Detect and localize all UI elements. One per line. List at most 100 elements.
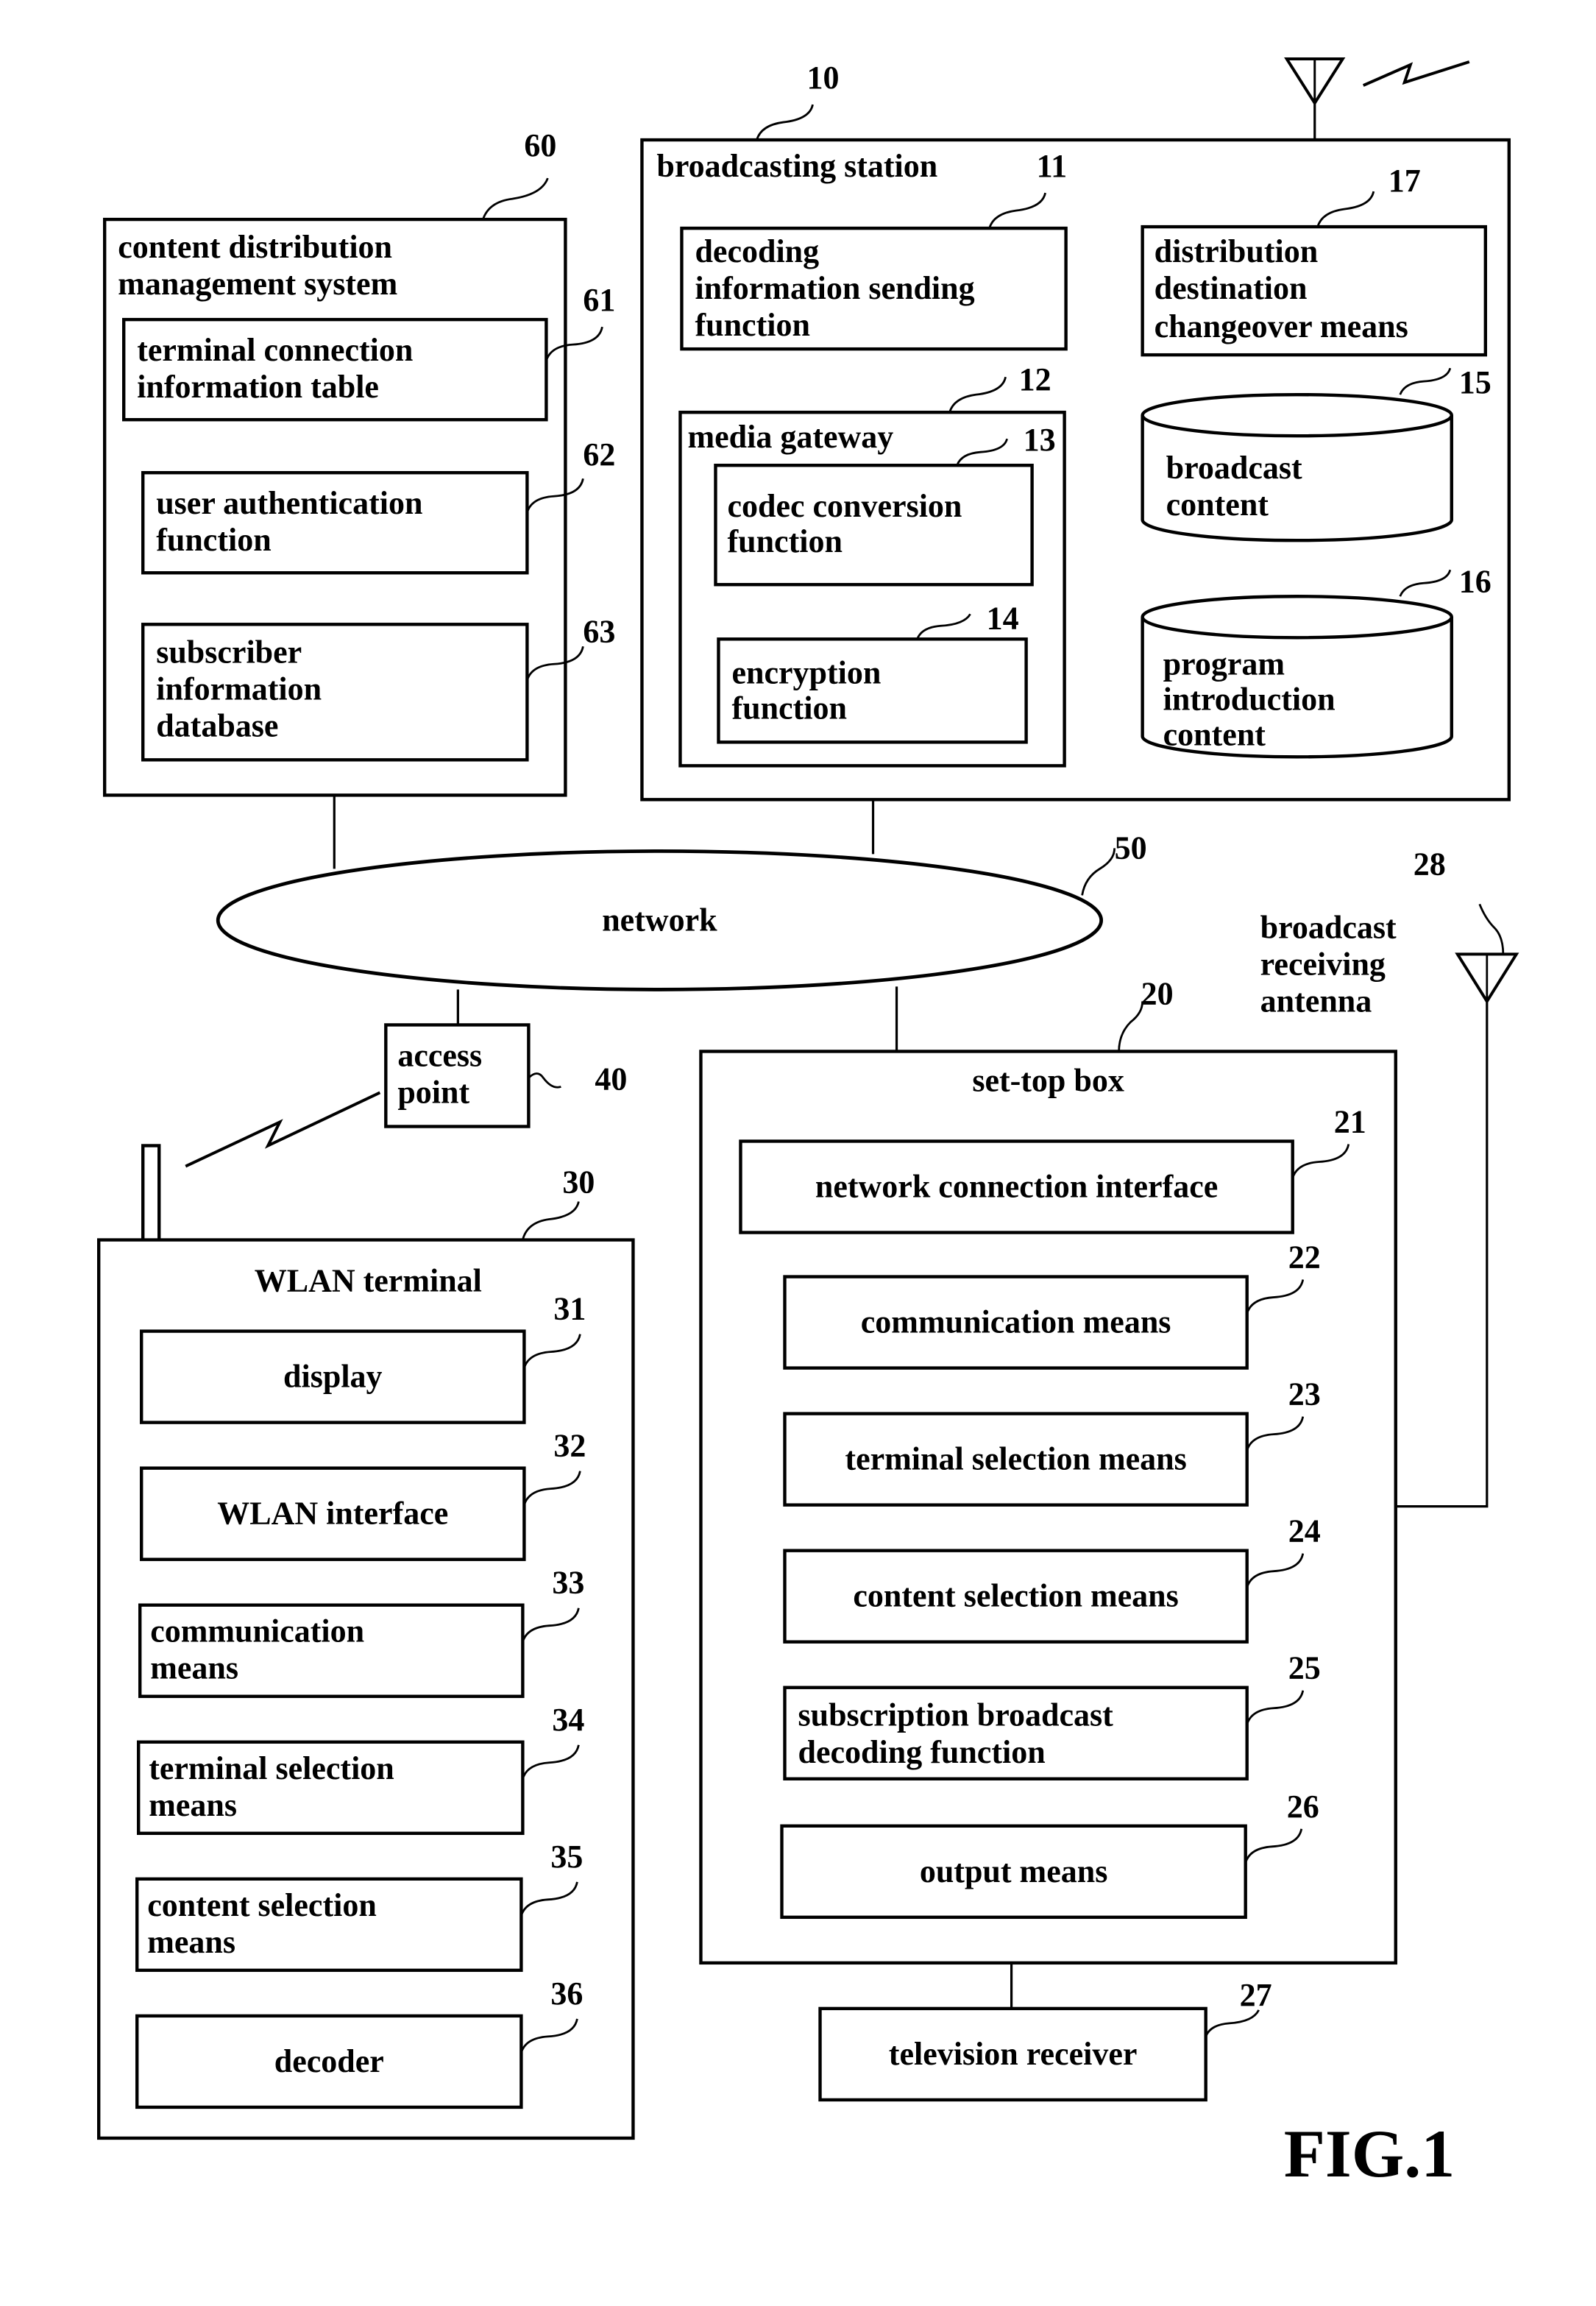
- ref-60: 60: [524, 127, 556, 163]
- item-label: decoding: [695, 233, 819, 269]
- item-label: communication: [150, 1613, 364, 1649]
- network-label: network: [602, 902, 717, 938]
- ref-leader: [528, 1072, 561, 1089]
- stb-title: set-top box: [972, 1062, 1124, 1098]
- ref-33: 33: [552, 1565, 584, 1601]
- ref-35: 35: [550, 1839, 583, 1875]
- ref-22: 22: [1288, 1239, 1321, 1276]
- ref-26: 26: [1287, 1789, 1319, 1825]
- item-label: function: [156, 522, 271, 558]
- item-label: content selection: [147, 1887, 377, 1923]
- item-label: codec conversion: [727, 488, 962, 524]
- item-label: introduction: [1163, 681, 1336, 717]
- ref-30: 30: [562, 1164, 595, 1200]
- television-receiver: television receiver 27: [818, 1977, 1272, 2102]
- broadcasting-station: broadcasting station 10 decoding informa…: [640, 57, 1511, 802]
- item-label: subscriber: [156, 634, 302, 670]
- figure-label: FIG.1: [1284, 2116, 1455, 2191]
- item-label: means: [150, 1650, 238, 1686]
- item-label: content selection means: [853, 1578, 1178, 1614]
- ref-15: 15: [1459, 364, 1492, 400]
- ref-leader: [522, 1201, 580, 1240]
- item-label: network connection interface: [815, 1169, 1218, 1205]
- ref-14: 14: [987, 600, 1019, 636]
- ref-36: 36: [550, 1976, 583, 2012]
- item-label: communication means: [861, 1304, 1171, 1340]
- item-label: broadcast: [1260, 909, 1397, 945]
- ref-50: 50: [1115, 830, 1147, 866]
- link-antenna-stb: [1395, 1001, 1489, 1508]
- ref-62: 62: [583, 436, 615, 473]
- ref-leader: [1478, 903, 1505, 955]
- item-label: point: [397, 1074, 469, 1110]
- cdms-title-line1: content distribution: [118, 229, 392, 265]
- item-label: function: [695, 307, 809, 343]
- ref-20: 20: [1141, 975, 1174, 1011]
- tv-label: television receiver: [889, 2036, 1138, 2072]
- item-label: decoder: [274, 2043, 384, 2079]
- item-label: terminal connection: [137, 332, 413, 368]
- wireless-link-icon: [185, 1091, 381, 1168]
- content-distribution-management-system: content distribution management system 6…: [102, 127, 615, 797]
- item-label: output means: [920, 1853, 1108, 1889]
- cdms-title-line2: management system: [118, 266, 397, 302]
- radio-wave-icon: [1362, 60, 1470, 87]
- item-label: content: [1163, 716, 1266, 752]
- ref-25: 25: [1288, 1650, 1321, 1686]
- item-label: means: [147, 1924, 235, 1960]
- item-label: user authentication: [156, 485, 422, 521]
- item-label: function: [731, 690, 846, 726]
- ref-31: 31: [553, 1291, 586, 1327]
- item-label: antenna: [1260, 983, 1372, 1019]
- ref-10: 10: [807, 60, 840, 96]
- station-title: broadcasting station: [656, 148, 937, 184]
- access-point: access point 40: [185, 1023, 627, 1168]
- ref-63: 63: [583, 613, 615, 649]
- ref-24: 24: [1288, 1513, 1321, 1549]
- ref-11: 11: [1037, 148, 1068, 184]
- ref-leader: [482, 177, 549, 220]
- ref-leader: [1205, 2009, 1260, 2037]
- item-label: display: [283, 1359, 383, 1395]
- ref-13: 13: [1024, 422, 1056, 458]
- ref-23: 23: [1288, 1376, 1321, 1412]
- item-label: database: [156, 707, 278, 743]
- media-gateway-title: media gateway: [687, 419, 893, 455]
- item-label: information sending: [695, 270, 974, 306]
- item-label: receiving: [1260, 946, 1386, 982]
- item-label: terminal selection: [149, 1750, 394, 1786]
- ref-leader: [1081, 848, 1116, 896]
- ref-12: 12: [1019, 361, 1051, 397]
- ref-28: 28: [1414, 846, 1446, 882]
- item-label: function: [727, 523, 842, 559]
- terminal-antenna-icon: [141, 1144, 161, 1243]
- network: network 50: [216, 830, 1147, 991]
- item-label: program: [1163, 646, 1285, 682]
- ref-21: 21: [1334, 1103, 1366, 1139]
- item-label: subscription broadcast: [798, 1697, 1114, 1733]
- ref-16: 16: [1459, 563, 1492, 599]
- item-label: terminal selection means: [845, 1441, 1186, 1477]
- item-label: encryption: [731, 654, 881, 690]
- ref-32: 32: [553, 1428, 586, 1464]
- transmit-antenna-icon: [1284, 57, 1470, 106]
- item-label: information table: [137, 369, 379, 405]
- ref-40: 40: [595, 1061, 627, 1097]
- ref-34: 34: [552, 1702, 584, 1738]
- ref-61: 61: [583, 282, 615, 318]
- item-label: means: [149, 1787, 237, 1823]
- item-label: distribution: [1155, 233, 1319, 269]
- item-label: decoding function: [798, 1734, 1046, 1770]
- ref-leader: [1118, 1001, 1144, 1052]
- item-label: destination: [1155, 270, 1308, 306]
- ref-leader: [756, 104, 814, 141]
- broadcast-receiving-antenna: broadcast receiving antenna 28: [1260, 846, 1519, 1019]
- item-label: WLAN interface: [217, 1496, 448, 1532]
- wlan-title: WLAN terminal: [255, 1263, 482, 1299]
- ref-17: 17: [1388, 163, 1421, 199]
- ref-27: 27: [1240, 1977, 1272, 2013]
- item-label: information: [156, 671, 322, 707]
- system-diagram: content distribution management system 6…: [96, 57, 1519, 2191]
- item-label: changeover means: [1155, 308, 1408, 344]
- item-label: content: [1166, 487, 1269, 523]
